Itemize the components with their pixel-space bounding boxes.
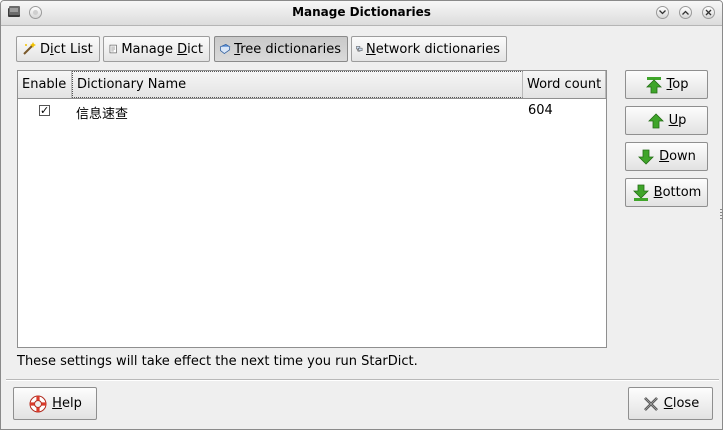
- minimize-button[interactable]: [656, 6, 669, 19]
- button-label: Bottom: [653, 185, 702, 200]
- enable-checkbox[interactable]: ✓: [39, 105, 50, 116]
- title-bar: Manage Dictionaries: [1, 1, 722, 26]
- window-title: Manage Dictionaries: [292, 5, 431, 19]
- arrow-up-icon: [647, 112, 664, 128]
- tab-label: Network dictionaries: [365, 41, 500, 57]
- tab-label: Tree dictionaries: [234, 41, 341, 57]
- tab-network-dictionaries[interactable]: Network dictionaries: [351, 36, 507, 62]
- tab-manage-dict[interactable]: Manage Dict: [103, 36, 210, 62]
- button-label: Top: [666, 77, 689, 92]
- close-icon: [643, 396, 658, 411]
- resize-grip[interactable]: [720, 209, 722, 221]
- network-computers-icon: [356, 46, 363, 52]
- lifebuoy-icon: [29, 395, 47, 412]
- tab-label: Dict List: [40, 41, 93, 57]
- move-up-button[interactable]: Up: [625, 106, 708, 135]
- chevron-down-icon: [659, 10, 666, 15]
- button-label: Down: [659, 149, 696, 164]
- arrow-down-icon: [638, 149, 655, 165]
- separator: [6, 379, 719, 381]
- book-icon: [219, 44, 231, 55]
- tab-tree-dictionaries[interactable]: Tree dictionaries: [214, 36, 348, 62]
- column-header-word-count[interactable]: Word count: [523, 71, 606, 98]
- tab-dict-list[interactable]: Dict List: [16, 36, 100, 62]
- close-button[interactable]: Close: [628, 387, 713, 420]
- chevron-up-icon: [682, 10, 689, 15]
- tab-label: Manage Dict: [121, 41, 203, 57]
- word-count-cell: 604: [528, 103, 553, 118]
- table-row[interactable]: ✓ 信息速查 604: [18, 99, 606, 123]
- close-window-button[interactable]: [702, 6, 715, 19]
- move-bottom-button[interactable]: Bottom: [625, 178, 708, 207]
- button-label: Help: [52, 396, 82, 411]
- button-label: Close: [663, 396, 700, 411]
- list-header: Enable Dictionary Name Word count: [18, 71, 606, 99]
- magic-wand-icon: [23, 42, 36, 55]
- arrow-top-icon: [645, 76, 662, 93]
- move-down-button[interactable]: Down: [625, 142, 708, 171]
- manage-dictionaries-window: Manage Dictionaries Dict List Manage Dic…: [0, 0, 723, 430]
- dictionary-name-cell: 信息速查: [76, 107, 129, 122]
- maximize-button[interactable]: [679, 6, 692, 19]
- dictionary-config-icon: [109, 44, 117, 54]
- restart-note: These settings will take effect the next…: [17, 354, 418, 369]
- button-label: Up: [668, 113, 687, 128]
- column-header-enable[interactable]: Enable: [18, 71, 72, 98]
- close-icon: [705, 9, 712, 16]
- help-button[interactable]: Help: [13, 387, 97, 420]
- dictionary-list[interactable]: Enable Dictionary Name Word count ✓ 信息速查…: [17, 70, 607, 348]
- arrow-bottom-icon: [632, 184, 649, 201]
- column-header-dictionary-name[interactable]: Dictionary Name: [72, 71, 523, 98]
- move-top-button[interactable]: Top: [625, 70, 708, 99]
